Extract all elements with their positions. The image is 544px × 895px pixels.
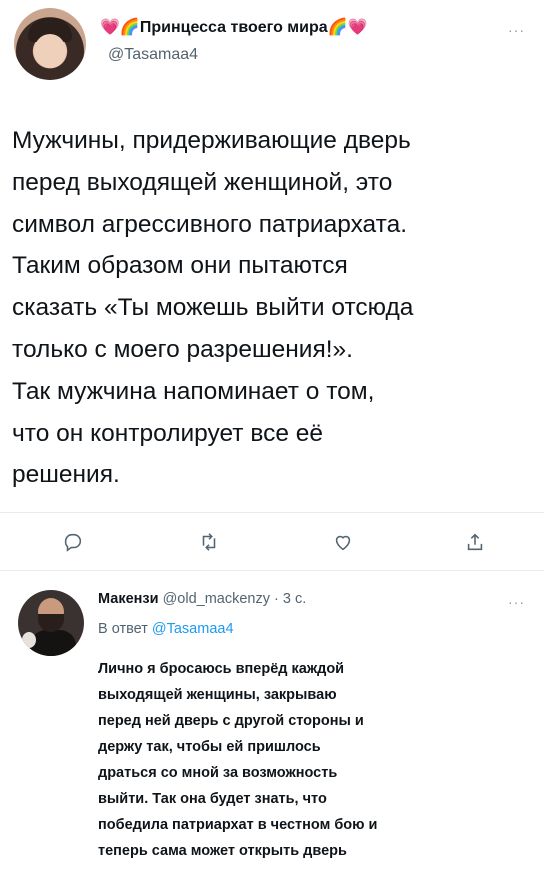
reply-more-options-icon[interactable]: ··· — [508, 594, 525, 610]
reply-line: перед ней дверь с другой стороны и — [98, 713, 364, 729]
author-handle[interactable]: @Tasamaa4 — [108, 46, 198, 64]
replying-to-prefix: В ответ — [98, 621, 148, 637]
tweet-line: решения. — [12, 461, 120, 489]
retweet-icon[interactable] — [198, 531, 220, 553]
reply-line: выйти. Так она будет знать, что — [98, 791, 327, 807]
reply-line: держу так, чтобы ей пришлось — [98, 739, 321, 755]
divider — [0, 570, 544, 571]
tweet-line: Мужчины, придерживающие дверь — [12, 127, 411, 154]
reply-text: Лично я бросаюсь вперёд каждой выходящей… — [98, 656, 538, 864]
reply-line: Лично я бросаюсь вперёд каждой — [98, 661, 345, 677]
avatar-body — [30, 630, 76, 656]
reply-author-name[interactable]: Макензи — [98, 591, 159, 607]
reply-author-avatar[interactable] — [18, 590, 84, 656]
reply-author-handle[interactable]: @old_mackenzy — [163, 591, 270, 607]
reply-timestamp[interactable]: · 3 с. — [274, 591, 306, 607]
tweet-line: сказать «Ты можешь выйти отсюда — [12, 294, 414, 322]
like-icon[interactable] — [332, 531, 354, 553]
tweet-line: Так мужчина напоминает о том, — [12, 377, 375, 405]
replying-to-handle[interactable]: @Tasamaa4 — [152, 621, 234, 637]
replying-to: В ответ @Tasamaa4 — [98, 621, 234, 637]
reply-line: теперь сама может открыть дверь — [98, 843, 347, 859]
reply-line: драться со мной за возможность — [98, 765, 338, 781]
reply-icon[interactable] — [62, 531, 84, 553]
tweet-line: что он контролирует все её — [12, 419, 324, 447]
avatar-skull — [22, 632, 36, 648]
tweet-line: только с моего разрешения!». — [12, 335, 353, 363]
avatar-face — [34, 34, 66, 68]
reply-author-line: Макензи @old_mackenzy · 3 с. — [98, 591, 306, 607]
author-avatar[interactable] — [14, 8, 86, 80]
reply-line: выходящей женщины, закрываю — [98, 687, 337, 703]
tweet-text: Мужчины, придерживающие дверь перед выхо… — [12, 120, 537, 496]
tweet-line: Таким образом они пытаются — [12, 252, 348, 280]
tweet-line: символ агрессивного патриархата. — [12, 210, 408, 238]
share-icon[interactable] — [464, 531, 486, 553]
divider — [0, 512, 544, 513]
more-options-icon[interactable]: ··· — [508, 22, 525, 38]
tweet-line: перед выходящей женщиной, это — [12, 168, 393, 196]
reply-line: победила патриархат в честном бою и — [98, 817, 378, 833]
author-display-name[interactable]: 💗🌈Принцесса твоего мира🌈💗 — [100, 17, 367, 37]
